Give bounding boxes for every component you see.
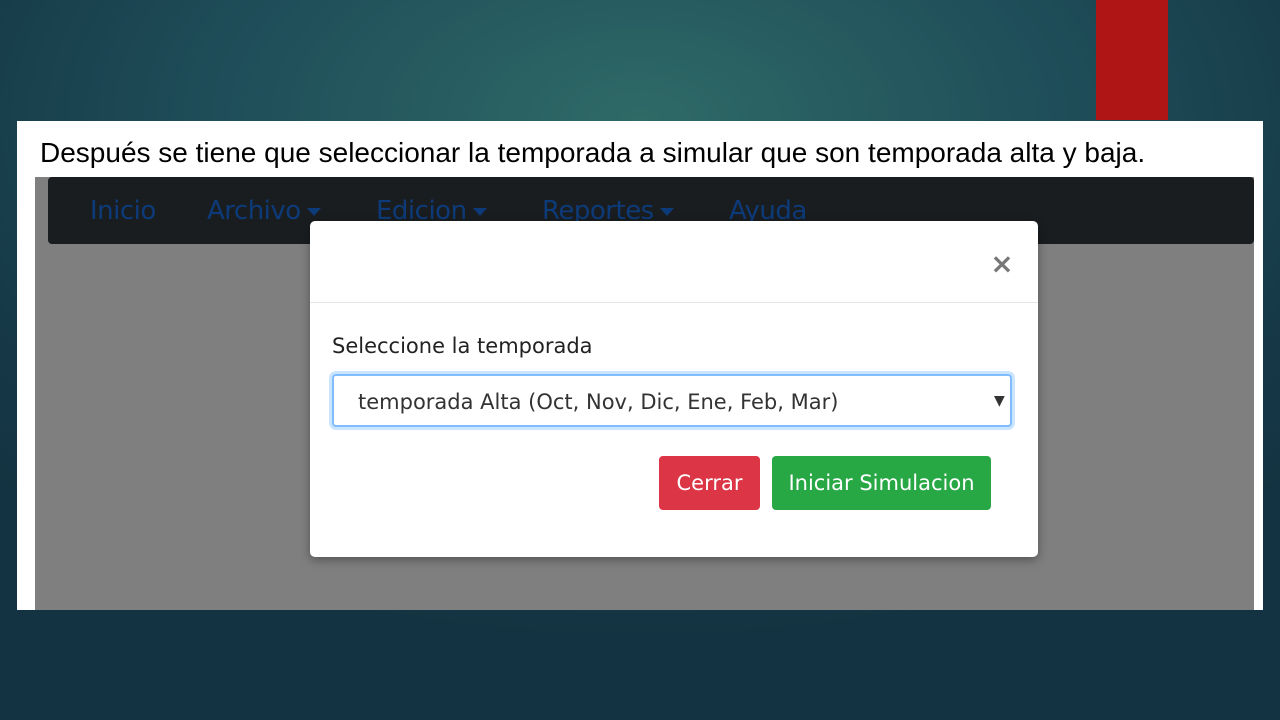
accent-bar — [1096, 0, 1168, 120]
close-icon[interactable]: × — [990, 249, 1014, 279]
close-button[interactable]: Cerrar — [659, 456, 760, 510]
season-label: Seleccione la temporada — [332, 334, 593, 358]
slide-caption: Después se tiene que seleccionar la temp… — [40, 137, 1146, 168]
season-select-value: temporada Alta (Oct, Nov, Dic, Ene, Feb,… — [358, 390, 839, 414]
season-select[interactable]: temporada Alta (Oct, Nov, Dic, Ene, Feb,… — [332, 374, 1012, 427]
modal-header: × — [310, 221, 1038, 303]
start-simulation-button[interactable]: Iniciar Simulacion — [772, 456, 991, 510]
season-modal: × Seleccione la temporada temporada Alta… — [310, 221, 1038, 557]
dropdown-arrow-icon: ▼ — [994, 393, 1005, 409]
